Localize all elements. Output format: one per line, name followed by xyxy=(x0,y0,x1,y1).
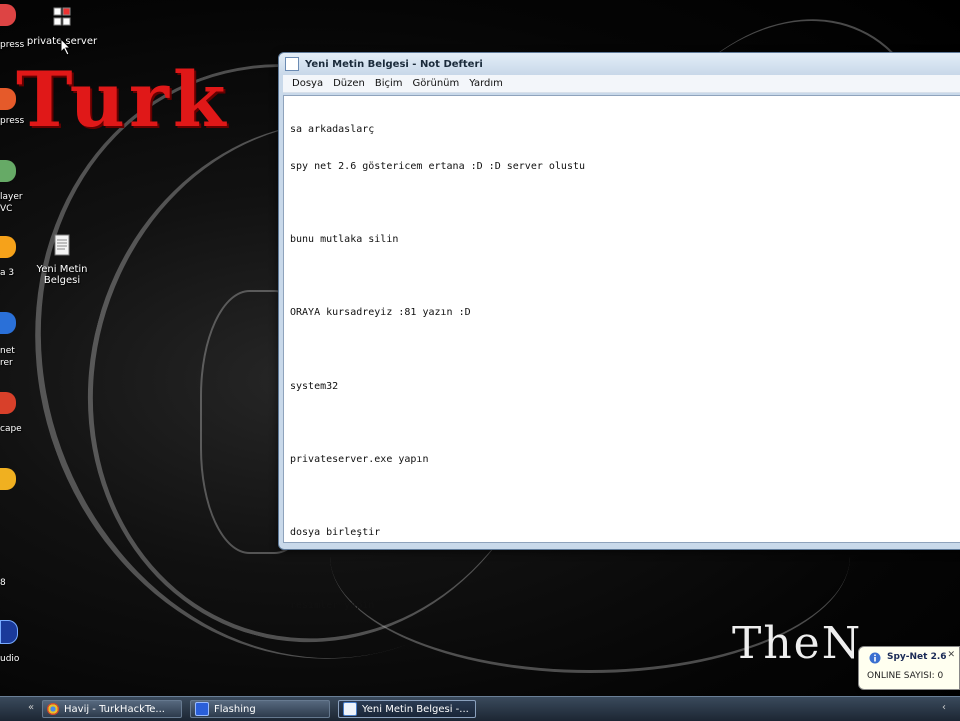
text-editor[interactable]: sa arkadaslarç spy net 2.6 göstericem er… xyxy=(283,95,960,611)
edge-icon-label: rer xyxy=(0,358,13,368)
edge-app-icon[interactable] xyxy=(0,236,16,258)
edge-icon-label: net xyxy=(0,346,15,356)
edge-icon-label: press xyxy=(0,116,25,126)
edge-app-icon[interactable] xyxy=(0,88,16,110)
edge-app-icon[interactable] xyxy=(0,312,16,334)
text-line xyxy=(290,198,960,210)
taskbar: « Havij - TurkHackTe... Flashing Yeni Me… xyxy=(0,696,960,721)
text-line: dosya birleştir xyxy=(290,526,381,538)
network-exe-icon xyxy=(53,7,71,26)
desktop-icon-label: Yeni Metin Belgesi xyxy=(36,264,88,286)
taskbar-button-havij[interactable]: Havij - TurkHackTe... xyxy=(42,700,182,718)
info-icon xyxy=(869,652,881,664)
text-line xyxy=(290,344,960,356)
taskbar-button-label: Yeni Metin Belgesi -... xyxy=(362,703,469,715)
text-line: spy net 2.6 göstericem ertana :D :D serv… xyxy=(290,161,586,172)
notepad-titlebar[interactable]: Yeni Metin Belgesi - Not Defteri xyxy=(279,53,960,75)
quicklaunch-chevron-icon[interactable]: « xyxy=(28,702,38,716)
text-line xyxy=(290,490,960,502)
edge-icon-label: VC xyxy=(0,204,13,214)
chrome-icon xyxy=(47,703,59,715)
text-line: ORAYA kursadreyiz :81 yazın :D xyxy=(290,307,471,319)
edge-icon-label: cape xyxy=(0,424,22,434)
edge-app-icon[interactable] xyxy=(0,468,16,490)
text-line xyxy=(290,271,960,283)
flashing-app-icon xyxy=(195,702,209,716)
edge-app-icon[interactable] xyxy=(0,392,16,414)
edge-icon-label: udio xyxy=(0,654,20,664)
menu-format[interactable]: Biçim xyxy=(370,78,408,89)
taskbar-button-flashing[interactable]: Flashing xyxy=(190,700,330,718)
taskbar-button-label: Flashing xyxy=(214,703,256,715)
edge-app-icon[interactable] xyxy=(0,4,16,26)
edge-app-icon[interactable] xyxy=(0,160,16,182)
tray-expand-icon[interactable]: ‹ xyxy=(942,702,952,716)
notepad-icon xyxy=(285,57,299,71)
edge-icon-label: press xyxy=(0,40,25,50)
text-line: resimler yapın xyxy=(290,600,375,612)
tray-notification-balloon[interactable]: Spy-Net 2.6 ✕ ONLINE SAYISI: 0 xyxy=(858,646,960,690)
window-title: Yeni Metin Belgesi - Not Defteri xyxy=(305,58,483,70)
edge-icon-label: a 3 xyxy=(0,268,15,278)
mouse-cursor-icon xyxy=(60,38,72,56)
menu-file[interactable]: Dosya xyxy=(287,78,328,89)
balloon-status: ONLINE SAYISI: 0 xyxy=(867,671,944,681)
notepad-window[interactable]: Yeni Metin Belgesi - Not Defteri Dosya D… xyxy=(278,52,960,611)
desktop-icon-text-document[interactable]: Yeni Metin Belgesi xyxy=(22,234,102,286)
menu-help[interactable]: Yardım xyxy=(464,78,508,89)
desktop: Turk TheN press press layer VC a 3 net r… xyxy=(0,0,960,696)
edge-icon-label: layer xyxy=(0,192,23,202)
text-line: bunu mutlaka silin xyxy=(290,234,399,246)
taskbar-button-notepad[interactable]: Yeni Metin Belgesi -... xyxy=(338,700,476,718)
text-document-icon xyxy=(54,234,70,256)
menu-edit[interactable]: Düzen xyxy=(328,78,370,89)
notepad-icon xyxy=(343,702,357,716)
edge-icon-label: 8 xyxy=(0,578,6,588)
text-line xyxy=(290,564,960,576)
wallpaper-turk-text: Turk xyxy=(16,55,230,144)
taskbar-button-label: Havij - TurkHackTe... xyxy=(64,703,165,715)
text-line: system32 xyxy=(290,380,339,392)
menu-view[interactable]: Görünüm xyxy=(408,78,465,89)
balloon-title: Spy-Net 2.6 xyxy=(887,652,947,662)
text-line: sa arkadaslarç xyxy=(290,124,375,136)
edge-app-icon[interactable] xyxy=(0,620,18,644)
menu-bar: Dosya Düzen Biçim Görünüm Yardım xyxy=(283,75,960,93)
text-line: privateserver.exe yapın xyxy=(290,453,429,465)
close-icon[interactable]: ✕ xyxy=(947,650,955,660)
text-line xyxy=(290,417,960,429)
